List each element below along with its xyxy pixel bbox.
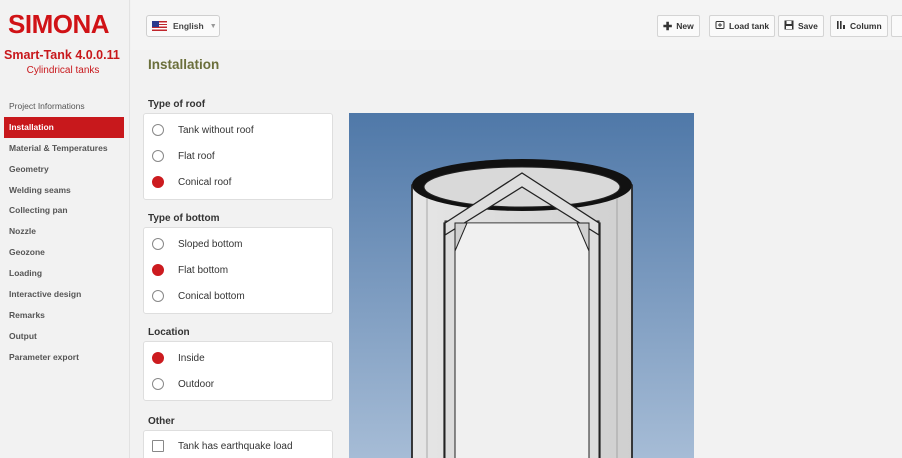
location-section-title: Location	[148, 327, 190, 338]
save-button-label: Save	[798, 21, 818, 31]
roof-option-label: Conical roof	[178, 176, 232, 188]
location-option-inside[interactable]: Inside	[152, 352, 205, 364]
bottom-section-title: Type of bottom	[148, 213, 220, 224]
floppy-icon	[784, 20, 794, 33]
tank-illustration	[349, 113, 694, 458]
bottom-option-conical[interactable]: Conical bottom	[152, 290, 245, 302]
sidebar-nav: Project Informations Installation Materi…	[4, 96, 124, 368]
app-title: Smart-Tank 4.0.0.11	[4, 48, 120, 62]
language-label: English	[173, 21, 204, 31]
new-button-label: New	[676, 21, 694, 31]
location-option-label: Outdoor	[178, 378, 215, 390]
us-flag-icon	[152, 21, 167, 31]
bottom-option-sloped[interactable]: Sloped bottom	[152, 238, 243, 250]
roof-options-card: Tank without roof Flat roof Conical roof	[143, 113, 333, 200]
bottom-option-label: Conical bottom	[178, 290, 245, 302]
app-window: SIMONA Smart-Tank 4.0.0.11 Cylindrical t…	[0, 0, 902, 458]
roof-option-flat-roof[interactable]: Flat roof	[152, 150, 215, 162]
save-button[interactable]: Save	[778, 15, 824, 37]
folder-icon	[715, 20, 725, 33]
wall-right	[588, 220, 600, 458]
tank-drawing	[349, 113, 694, 458]
location-option-label: Inside	[178, 352, 205, 364]
location-option-outdoor[interactable]: Outdoor	[152, 378, 214, 390]
sidebar-item-collecting-pan[interactable]: Collecting pan	[4, 200, 124, 221]
language-select[interactable]: English ▼	[146, 15, 220, 37]
column-button-label: Column	[850, 21, 882, 31]
sidebar-item-loading[interactable]: Loading	[4, 263, 124, 284]
radio-unselected-icon[interactable]	[152, 124, 164, 136]
bottom-options-card: Sloped bottom Flat bottom Conical bottom	[143, 227, 333, 314]
sidebar-item-geometry[interactable]: Geometry	[4, 159, 124, 180]
sidebar-item-parameter-export[interactable]: Parameter export	[4, 347, 124, 368]
radio-selected-icon[interactable]	[152, 176, 164, 188]
sidebar-item-project-informations[interactable]: Project Informations	[4, 96, 124, 117]
earthquake-load-checkbox[interactable]: Tank has earthquake load	[152, 440, 293, 452]
bottom-option-label: Sloped bottom	[178, 238, 243, 250]
location-options-card: Inside Outdoor	[143, 341, 333, 401]
tank-inner-face	[452, 222, 592, 458]
sidebar-item-material-temperatures[interactable]: Material & Temperatures	[4, 138, 124, 159]
column-button[interactable]: Column	[830, 15, 888, 37]
page-title: Installation	[148, 57, 220, 72]
load-tank-button-label: Load tank	[729, 21, 770, 31]
sidebar-item-interactive-design[interactable]: Interactive design	[4, 284, 124, 305]
other-options-card: Tank has earthquake load	[143, 430, 333, 458]
roof-option-label: Flat roof	[178, 150, 215, 162]
load-tank-button[interactable]: Load tank	[709, 15, 776, 37]
app-subtitle: Cylindrical tanks	[26, 65, 100, 76]
roof-option-conical-roof[interactable]: Conical roof	[152, 176, 231, 188]
toolbar: English ▼ ✚ New Load tank Save Column	[131, 0, 902, 50]
checkbox-icon[interactable]	[152, 440, 164, 452]
sidebar-item-output[interactable]: Output	[4, 326, 124, 347]
sidebar-item-geozone[interactable]: Geozone	[4, 242, 124, 263]
simona-logo: SIMONA	[8, 9, 110, 39]
bottom-option-flat[interactable]: Flat bottom	[152, 264, 228, 276]
radio-selected-icon[interactable]	[152, 352, 164, 364]
bottom-option-label: Flat bottom	[178, 264, 229, 276]
column-icon	[836, 20, 846, 33]
wall-left	[444, 220, 456, 458]
earthquake-load-label: Tank has earthquake load	[178, 440, 293, 452]
radio-unselected-icon[interactable]	[152, 150, 164, 162]
chevron-down-icon: ▼	[209, 22, 217, 30]
plus-icon: ✚	[663, 20, 673, 33]
radio-selected-icon[interactable]	[152, 264, 164, 276]
sidebar: SIMONA Smart-Tank 4.0.0.11 Cylindrical t…	[0, 0, 130, 458]
sidebar-item-welding-seams[interactable]: Welding seams	[4, 180, 124, 201]
radio-unselected-icon[interactable]	[152, 238, 164, 250]
sidebar-item-remarks[interactable]: Remarks	[4, 305, 124, 326]
sidebar-item-nozzle[interactable]: Nozzle	[4, 221, 124, 242]
radio-unselected-icon[interactable]	[152, 290, 164, 302]
roof-option-without-roof[interactable]: Tank without roof	[152, 124, 254, 136]
sidebar-item-installation[interactable]: Installation	[4, 116, 124, 138]
new-button[interactable]: ✚ New	[657, 15, 700, 37]
radio-unselected-icon[interactable]	[152, 378, 164, 390]
other-section-title: Other	[148, 416, 175, 427]
roof-option-label: Tank without roof	[178, 124, 254, 136]
roof-section-title: Type of roof	[148, 99, 206, 110]
overflow-button[interactable]	[891, 15, 902, 37]
